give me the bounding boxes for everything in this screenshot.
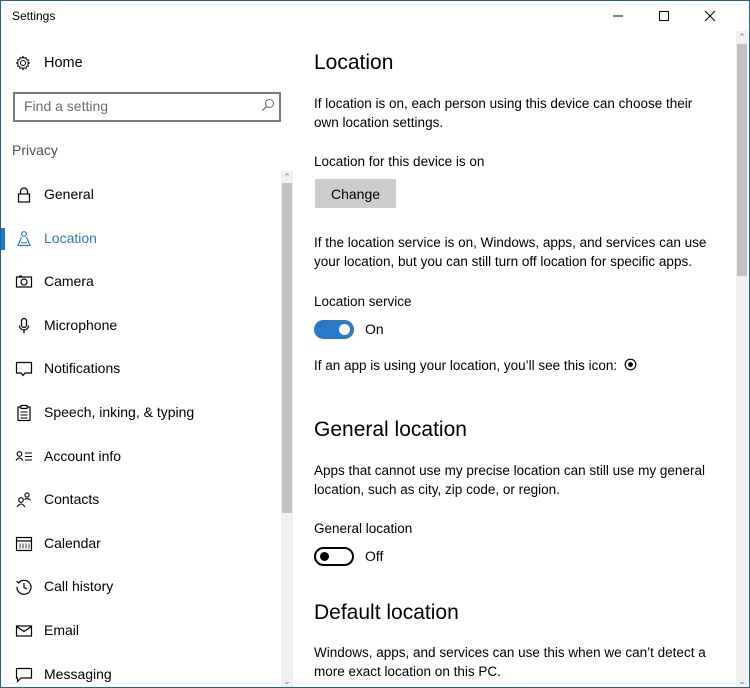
sidebar-item-label: Location	[44, 229, 97, 246]
sidebar-item-label: Calendar	[44, 534, 101, 551]
service-description: If the location service is on, Windows, …	[314, 235, 707, 269]
default-location-heading: Default location	[314, 601, 459, 624]
window-title: Settings	[12, 9, 56, 23]
general-location-label: General location	[314, 521, 413, 536]
minimize-icon	[613, 15, 623, 17]
scroll-up-arrow-icon[interactable]: ⌃	[281, 171, 293, 183]
gear-icon	[15, 55, 31, 71]
main-scrollbar[interactable]: ⌃ ⌄	[736, 31, 748, 687]
sidebar-item-contacts[interactable]: Contacts	[1, 477, 281, 521]
change-button[interactable]: Change	[315, 179, 396, 208]
main-scrollbar-thumb[interactable]	[737, 44, 747, 276]
sidebar-item-label: Email	[44, 621, 80, 638]
scroll-down-arrow-icon[interactable]: ⌄	[281, 675, 293, 687]
speech-bubble-icon	[15, 362, 33, 377]
icon-note-text: If an app is using your location, you’ll…	[314, 357, 637, 376]
sidebar-nav: General Location Camera Microphone Notif…	[1, 172, 281, 687]
close-icon	[704, 10, 716, 22]
location-service-state: On	[365, 321, 384, 337]
sidebar-scrollbar-thumb[interactable]	[282, 183, 292, 513]
lock-icon	[17, 187, 31, 203]
sidebar-item-location[interactable]: Location	[1, 216, 281, 260]
home-label: Home	[44, 55, 83, 71]
maximize-icon	[659, 11, 669, 21]
intro-text: If location is on, each person using thi…	[314, 96, 693, 130]
location-in-use-icon	[624, 358, 637, 371]
scroll-down-arrow-icon[interactable]: ⌄	[736, 675, 748, 687]
location-service-label: Location service	[314, 294, 412, 309]
device-status-text: Location for this device is on	[314, 154, 485, 169]
general-location-state: Off	[365, 548, 384, 564]
toggle-knob	[320, 552, 329, 561]
settings-window: Settings Home Find a setting Privacy Gen…	[0, 0, 750, 688]
sidebar-item-camera[interactable]: Camera	[1, 259, 281, 303]
sidebar-item-label: Speech, inking, & typing	[44, 403, 195, 420]
search-input[interactable]: Find a setting	[13, 92, 281, 122]
scroll-up-arrow-icon[interactable]: ⌃	[736, 31, 748, 43]
close-button[interactable]	[687, 1, 733, 31]
maximize-button[interactable]	[641, 1, 687, 31]
title-bar: Settings	[1, 1, 749, 31]
people-icon	[16, 492, 31, 508]
calendar-icon	[15, 536, 33, 551]
sidebar-item-call-history[interactable]: Call history	[1, 564, 281, 608]
toggle-knob	[339, 324, 350, 335]
contact-card-icon	[15, 450, 32, 461]
general-location-heading: General location	[314, 418, 467, 441]
general-location-toggle[interactable]	[314, 547, 354, 566]
sidebar-item-label: Camera	[44, 273, 94, 290]
clipboard-icon	[17, 404, 31, 422]
location-person-icon	[17, 230, 31, 246]
minimize-button[interactable]	[595, 1, 641, 31]
sidebar-item-email[interactable]: Email	[1, 608, 281, 652]
history-icon	[16, 580, 32, 596]
sidebar-item-label: Messaging	[44, 665, 112, 682]
sidebar-scrollbar[interactable]: ⌃ ⌄	[281, 171, 293, 687]
general-location-description: Apps that cannot use my precise location…	[314, 463, 705, 497]
sidebar: Home Find a setting Privacy General Loca…	[1, 31, 297, 687]
sidebar-item-label: Notifications	[44, 360, 121, 377]
section-label-privacy: Privacy	[12, 142, 58, 158]
page-title: Location	[314, 51, 394, 74]
sidebar-item-account-info[interactable]: Account info	[1, 434, 281, 478]
sidebar-item-label: Contacts	[44, 491, 100, 508]
sidebar-item-messaging[interactable]: Messaging	[1, 652, 281, 687]
microphone-icon	[18, 317, 30, 334]
sidebar-item-label: Account info	[44, 447, 122, 464]
sidebar-item-general[interactable]: General	[1, 172, 281, 216]
sidebar-item-label: Call history	[44, 578, 114, 595]
search-icon[interactable]	[261, 98, 275, 112]
location-service-toggle[interactable]	[314, 320, 354, 339]
mail-icon	[15, 625, 33, 637]
sidebar-item-notifications[interactable]: Notifications	[1, 346, 281, 390]
sidebar-item-speech-inking-typing[interactable]: Speech, inking, & typing	[1, 390, 281, 434]
sidebar-item-microphone[interactable]: Microphone	[1, 303, 281, 347]
default-location-description: Windows, apps, and services can use this…	[314, 645, 706, 679]
sidebar-item-calendar[interactable]: Calendar	[1, 521, 281, 565]
message-icon	[15, 667, 33, 683]
icon-note-label: If an app is using your location, you’ll…	[314, 358, 618, 373]
search-placeholder: Find a setting	[24, 98, 109, 114]
camera-icon	[15, 275, 33, 288]
sidebar-item-label: Microphone	[44, 316, 118, 333]
home-link[interactable]: Home	[15, 53, 83, 73]
sidebar-item-label: General	[44, 186, 94, 202]
